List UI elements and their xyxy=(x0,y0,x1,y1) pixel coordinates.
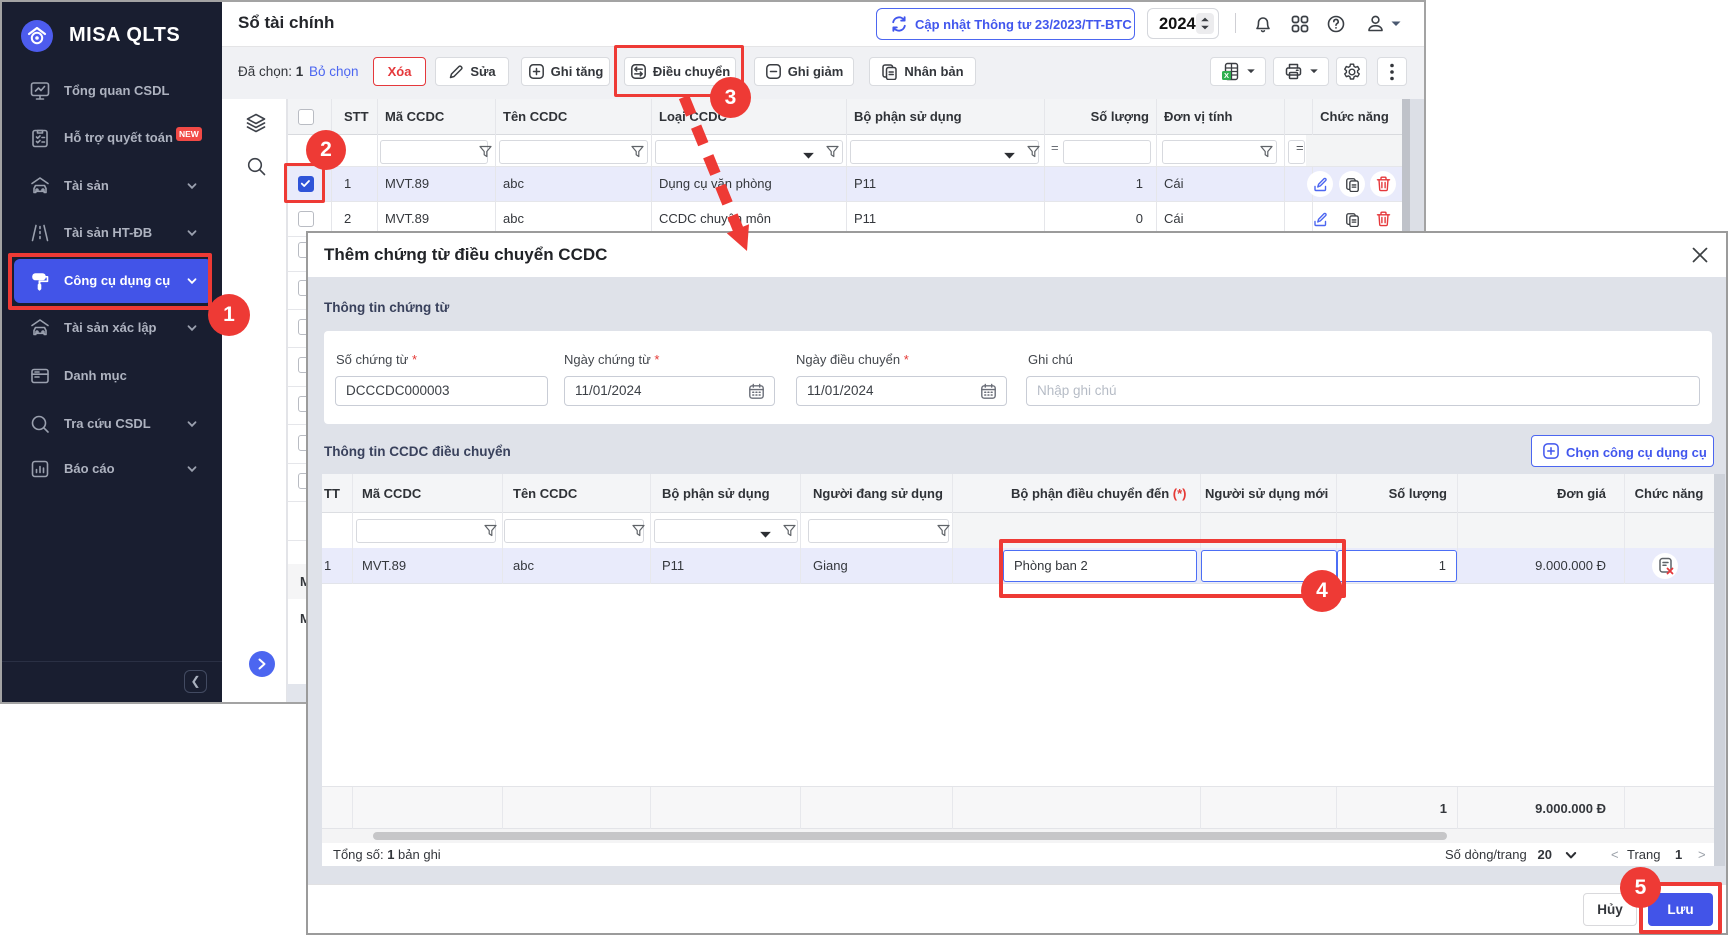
svg-text:X: X xyxy=(1223,71,1228,80)
